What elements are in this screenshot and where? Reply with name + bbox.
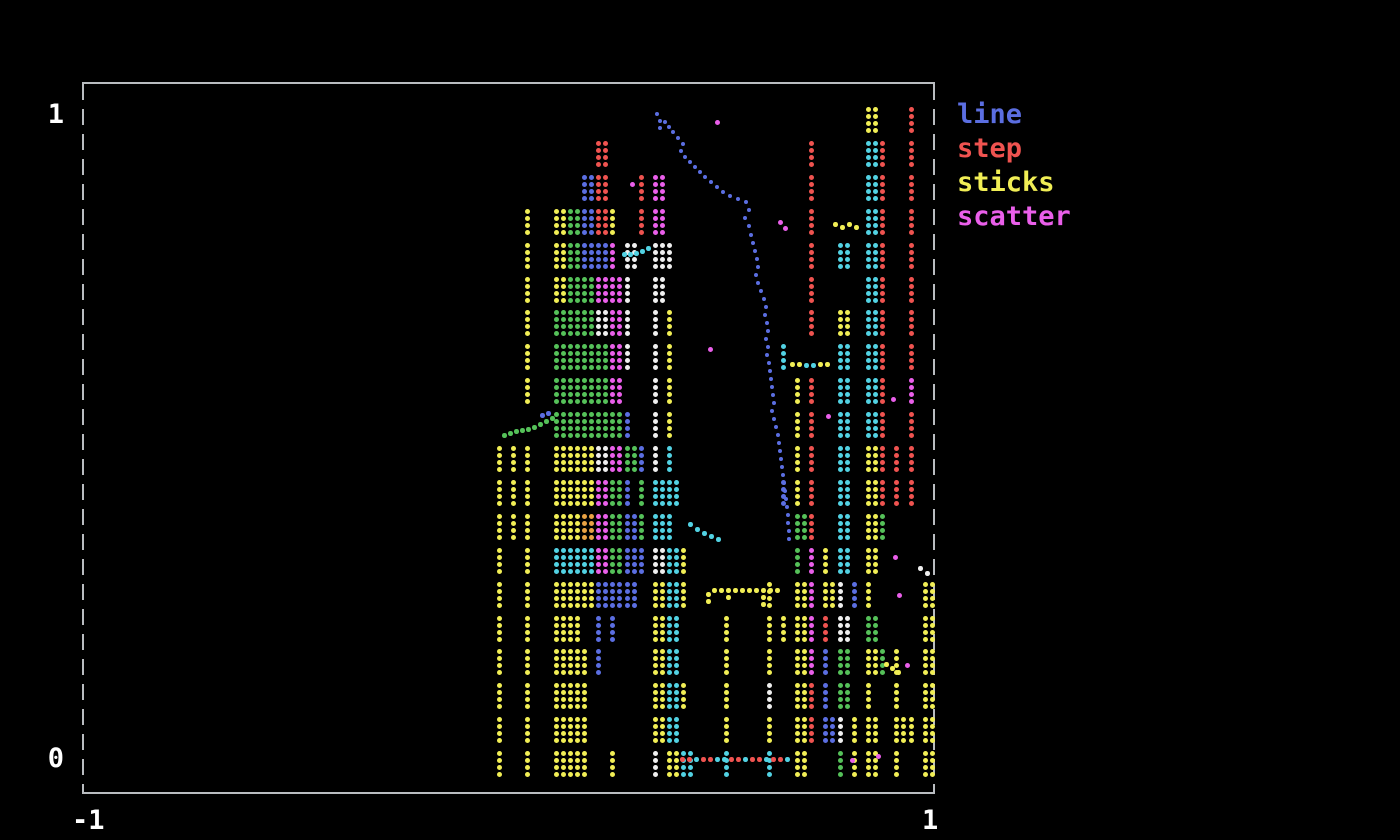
plot-dot-field [0, 0, 1400, 840]
terminal-plot-screen: 1 0 -1 1 line step sticks scatter [0, 0, 1400, 840]
